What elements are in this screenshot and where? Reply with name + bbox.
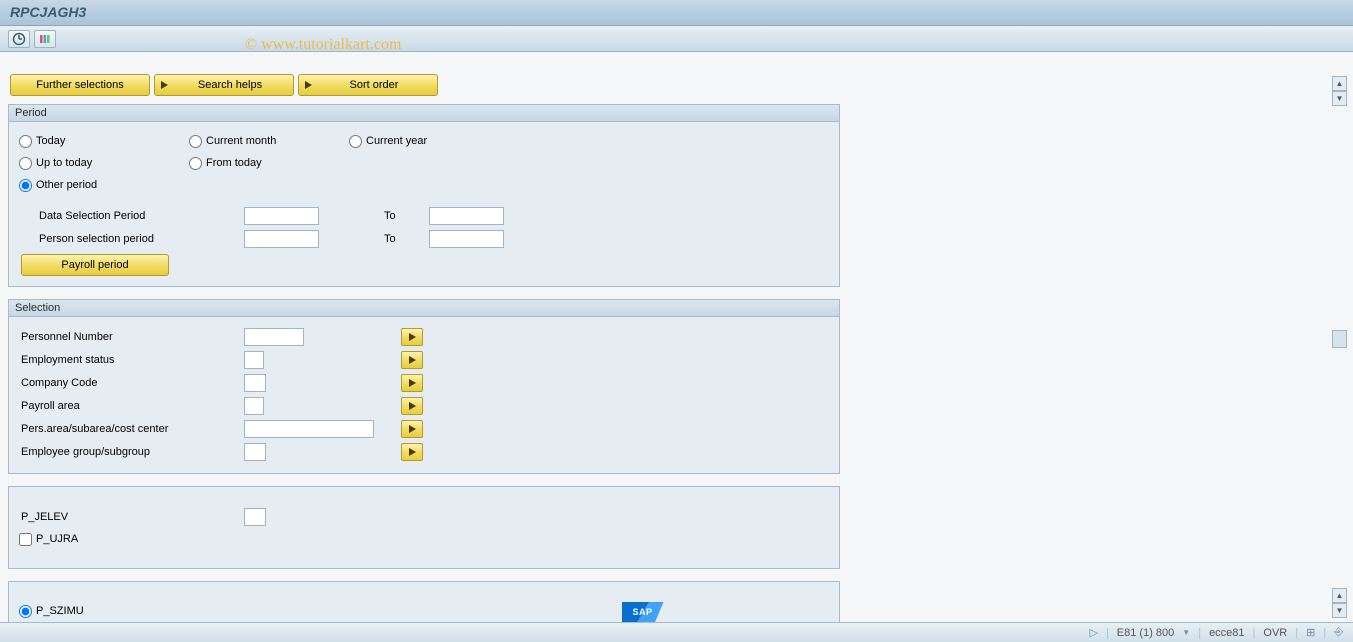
more-icon[interactable] [401,351,423,369]
period-header: Period [9,105,839,122]
payroll-area-input[interactable] [244,397,264,415]
person-selection-to-input[interactable] [429,230,504,248]
p-jelev-label: P_JELEV [19,511,244,523]
status-nav-icon[interactable]: ▷ [1089,626,1097,639]
more-icon[interactable] [401,374,423,392]
sel-row-pers-area: Pers.area/subarea/cost center [19,417,829,440]
period-group: Period Today Current month Current year … [8,104,840,287]
employment-status-input[interactable] [244,351,264,369]
to-label: To [384,233,429,245]
title-bar: RPCJAGH3 [0,0,1353,26]
search-helps-button[interactable]: Search helps [154,74,294,96]
company-code-input[interactable] [244,374,266,392]
to-label: To [384,210,429,222]
status-mode: OVR [1263,627,1287,639]
more-icon[interactable] [401,443,423,461]
selection-group: Selection Personnel Number Employment st… [8,299,840,474]
more-icon[interactable] [401,397,423,415]
employee-group-input[interactable] [244,443,266,461]
sel-row-employee-group: Employee group/subgroup [19,440,829,463]
variant-icon[interactable] [34,30,56,48]
p-ujra-label: P_UJRA [36,533,78,545]
content-area: Further selections Search helps Sort ord… [0,52,1349,626]
data-selection-to-input[interactable] [429,207,504,225]
status-layout-icon[interactable]: ⊞ [1306,626,1315,639]
p-ujra-checkbox[interactable] [19,533,32,546]
status-system: E81 (1) 800 [1117,627,1174,639]
status-bar: ▷ | E81 (1) 800 ▼ | ecce81 | OVR | ⊞ | ⎆ [0,622,1353,642]
selection-buttons-row: Further selections Search helps Sort ord… [10,74,1341,96]
pers-area-input[interactable] [244,420,374,438]
radio-up-to-today[interactable]: Up to today [19,157,189,170]
execute-icon[interactable] [8,30,30,48]
sel-row-company-code: Company Code [19,371,829,394]
personnel-number-input[interactable] [244,328,304,346]
radio-current-month[interactable]: Current month [189,135,349,148]
radio-today[interactable]: Today [19,135,189,148]
window-title: RPCJAGH3 [10,4,86,20]
data-selection-from-input[interactable] [244,207,319,225]
more-icon[interactable] [401,328,423,346]
radio-p-szimu[interactable]: P_SZIMU [19,605,84,618]
data-selection-label: Data Selection Period [19,210,244,222]
radio-other-period[interactable]: Other period [19,179,189,192]
radio-current-year[interactable]: Current year [349,135,509,148]
app-toolbar [0,26,1353,52]
radio-from-today[interactable]: From today [189,157,349,170]
person-selection-label: Person selection period [19,233,244,245]
status-server: ecce81 [1209,627,1244,639]
p-jelev-input[interactable] [244,508,266,526]
payroll-period-button[interactable]: Payroll period [21,254,169,276]
status-lock-icon[interactable]: ⎆ [1334,626,1343,639]
sort-order-button[interactable]: Sort order [298,74,438,96]
params-group-1: P_JELEV P_UJRA [8,486,840,569]
sel-row-payroll-area: Payroll area [19,394,829,417]
person-selection-from-input[interactable] [244,230,319,248]
selection-header: Selection [9,300,839,317]
more-icon[interactable] [401,420,423,438]
params-group-2: P_SZIMU P_GENER [8,581,840,626]
sel-row-employment-status: Employment status [19,348,829,371]
further-selections-button[interactable]: Further selections [10,74,150,96]
sel-row-personnel-number: Personnel Number [19,325,829,348]
